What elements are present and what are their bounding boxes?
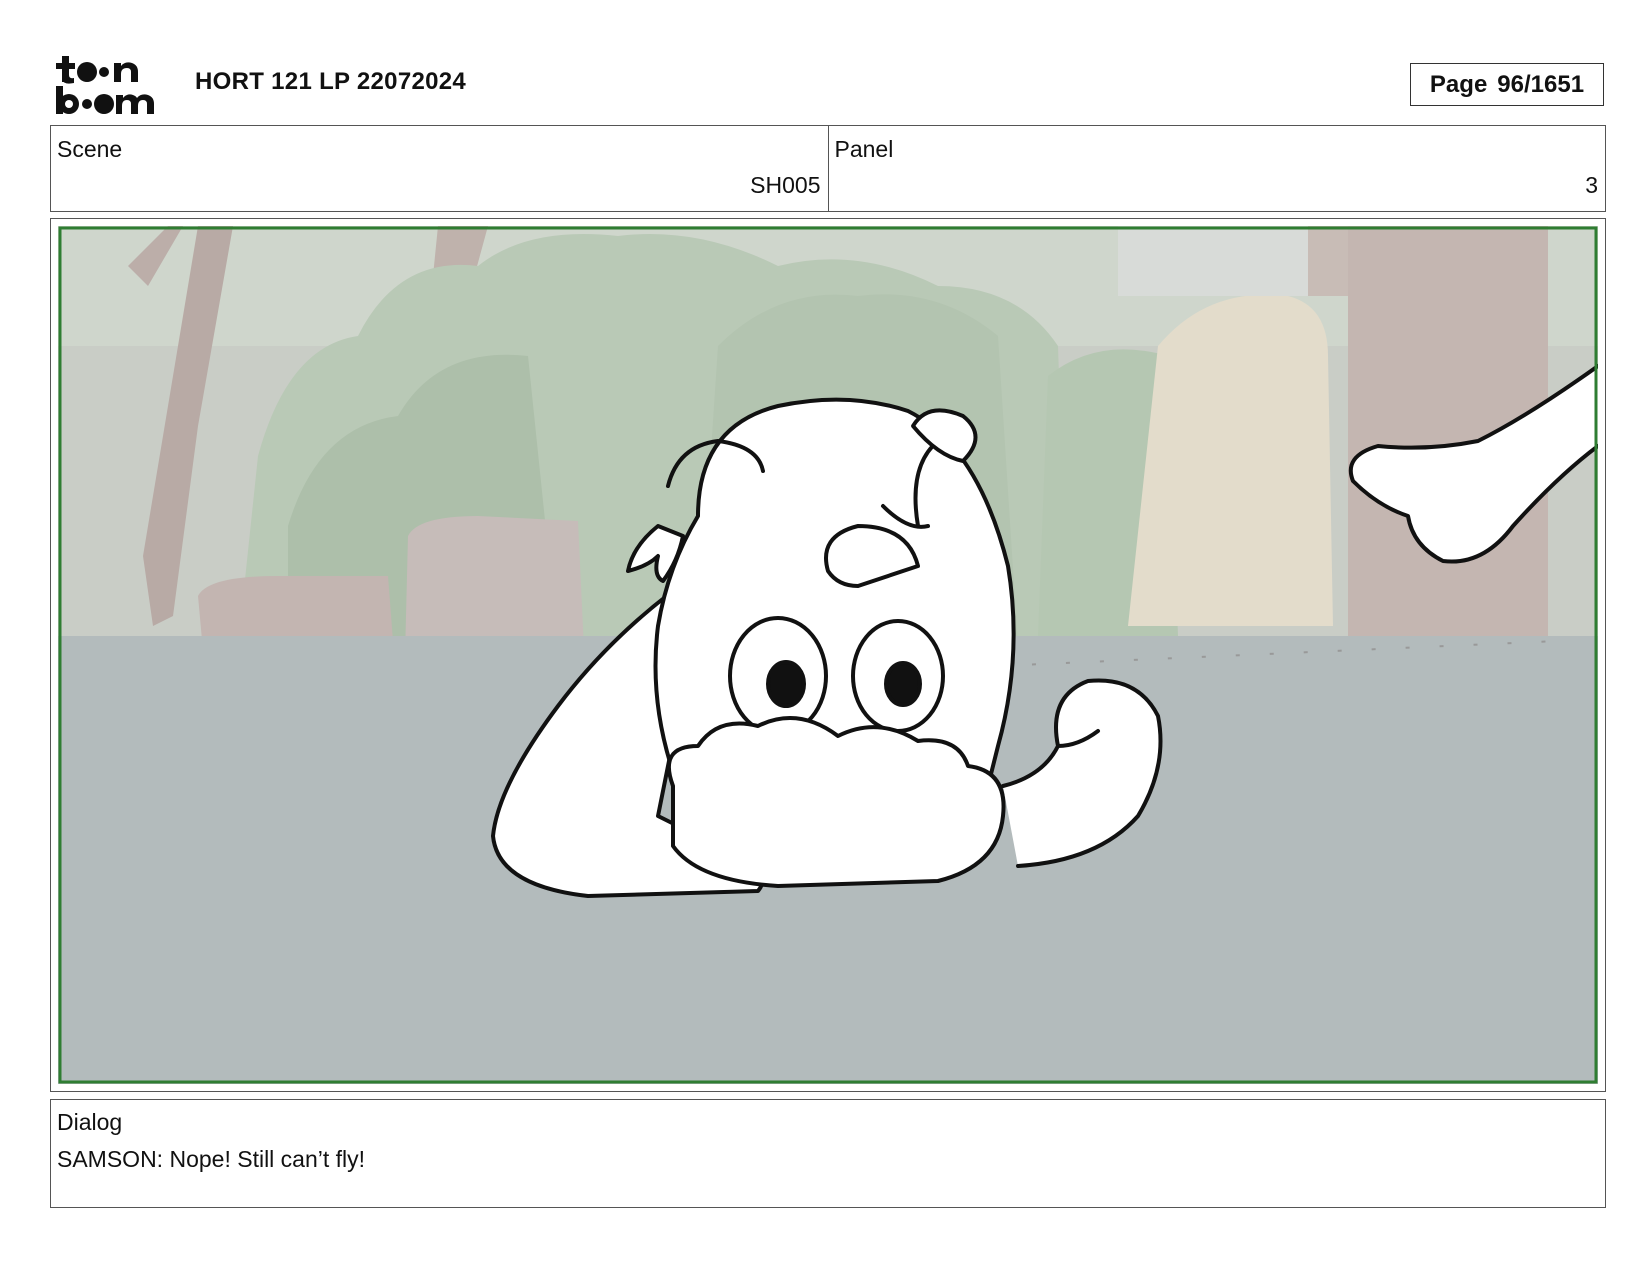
dialog-box: Dialog SAMSON: Nope! Still can’t fly! — [50, 1099, 1606, 1208]
scene-value: SH005 — [750, 172, 821, 198]
scene-panel-row: Scene SH005 Panel 3 — [50, 125, 1606, 212]
page-label: Page — [1429, 70, 1488, 98]
panel-cell: Panel 3 — [827, 126, 1606, 211]
scene-label: Scene — [57, 136, 123, 162]
panel-label: Panel — [834, 136, 894, 162]
storyboard-frame — [50, 218, 1606, 1092]
toon-boom-logo — [56, 56, 154, 114]
page-number: 96/1651 — [1497, 70, 1585, 98]
page-indicator: Page 96/1651 — [1410, 63, 1604, 106]
document-title: HORT 121 LP 22072024 — [195, 68, 467, 95]
dialog-label: Dialog — [57, 1109, 123, 1135]
scene-cell: Scene SH005 — [51, 126, 828, 211]
storyboard-panel-drawing — [58, 226, 1598, 1084]
dialog-text: SAMSON: Nope! Still can’t fly! — [57, 1146, 366, 1172]
panel-value: 3 — [1585, 172, 1598, 198]
